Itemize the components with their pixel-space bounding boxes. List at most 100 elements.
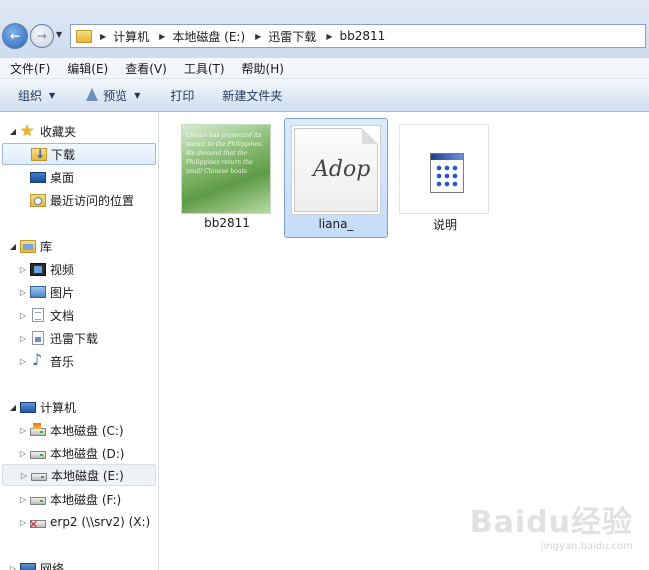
signature-preview: Adop (313, 157, 371, 182)
nav-label: 图片 (50, 285, 75, 300)
address-bar: ← → ▼ ▶ 计算机 ▶ 本地磁盘 (E:) ▶ 迅雷下载 ▶ bb2811 (0, 0, 649, 59)
nav-label: 下载 (51, 147, 76, 162)
print-label: 打印 (170, 88, 195, 103)
network-icon (20, 563, 36, 570)
new-folder-label: 新建文件夹 (222, 88, 283, 103)
breadcrumb-label: 本地磁盘 (E:) (172, 29, 246, 44)
menu-view[interactable]: 查看(V) (115, 60, 174, 77)
nav-drive-f[interactable]: ▷ 本地磁盘 (F:) (18, 488, 121, 510)
collapse-arrow-icon[interactable]: ▷ (18, 449, 28, 458)
nav-label: 收藏夹 (40, 124, 77, 139)
collapse-arrow-icon[interactable]: ▷ (18, 288, 28, 297)
expand-arrow-icon[interactable]: ◢ (8, 242, 18, 251)
breadcrumb-drive-e[interactable]: 本地磁盘 (E:) ▶ (172, 28, 268, 45)
nav-label: 迅雷下载 (50, 331, 99, 346)
nav-drive-e[interactable]: ▷ 本地磁盘 (E:) (2, 464, 156, 486)
video-icon (30, 262, 46, 276)
collapse-arrow-icon[interactable]: ▷ (18, 265, 28, 274)
nav-computer[interactable]: ◢ 计算机 (8, 396, 76, 418)
forward-arrow-icon: → (36, 29, 48, 43)
chevron-right-icon[interactable]: ▶ (159, 32, 165, 41)
file-item-bb2811[interactable]: Chisun has presented its stance to the P… (175, 118, 279, 238)
recent-places-icon (30, 193, 46, 207)
nav-desktop[interactable]: 桌面 (30, 166, 74, 188)
menu-help[interactable]: 帮助(H) (232, 60, 291, 77)
icon-grid (435, 164, 459, 188)
collapse-arrow-icon[interactable]: ▷ (18, 518, 28, 527)
file-item-liana[interactable]: Adop liana_ (284, 118, 388, 238)
preview-button[interactable]: 预览 ▼ (85, 84, 140, 106)
expand-arrow-icon[interactable]: ◢ (8, 403, 18, 412)
nav-documents[interactable]: ▷ 文档 (18, 304, 74, 326)
window-icon (430, 153, 464, 193)
breadcrumb-current[interactable]: bb2811 (339, 29, 385, 43)
baidu-watermark: Baidu经验 jingyan.baidu.com (470, 497, 633, 552)
print-button[interactable]: 打印 (170, 84, 194, 106)
document-page-icon: Adop (294, 128, 378, 212)
breadcrumb-label: 迅雷下载 (268, 29, 317, 44)
organize-button[interactable]: 组织 ▼ (18, 84, 55, 106)
preview-label: 预览 (103, 88, 128, 103)
file-item-readme[interactable]: 说明 (393, 118, 497, 238)
menu-bar: 文件(F) 编辑(E) 查看(V) 工具(T) 帮助(H) (0, 58, 649, 79)
music-icon (30, 350, 46, 369)
breadcrumb-xunlei[interactable]: 迅雷下载 ▶ (268, 28, 339, 45)
nav-label: 本地磁盘 (D:) (50, 446, 125, 461)
expand-arrow-icon[interactable]: ◢ (8, 127, 18, 136)
nav-label: 音乐 (50, 354, 75, 369)
breadcrumb-computer[interactable]: 计算机 ▶ (113, 28, 172, 45)
nav-libraries[interactable]: ◢ 库 (8, 235, 52, 257)
chevron-down-icon: ▼ (49, 90, 56, 100)
nav-label: 视频 (50, 262, 75, 277)
nav-network[interactable]: ▷ 网络 (8, 557, 64, 570)
new-folder-button[interactable]: 新建文件夹 (222, 84, 282, 106)
computer-icon (20, 401, 36, 413)
menu-tools[interactable]: 工具(T) (174, 60, 232, 77)
nav-recent[interactable]: 最近访问的位置 (30, 189, 134, 211)
image-thumbnail: Chisun has presented its stance to the P… (181, 124, 271, 214)
back-button[interactable]: ← (2, 23, 28, 49)
font-file-icon: Adop (291, 125, 381, 215)
nav-label: 本地磁盘 (E:) (51, 468, 124, 483)
collapse-arrow-icon[interactable]: ▷ (18, 311, 28, 320)
collapse-arrow-icon[interactable]: ▷ (8, 564, 18, 570)
nav-drive-c[interactable]: ▷ 本地磁盘 (C:) (18, 419, 124, 441)
organize-label: 组织 (18, 88, 43, 103)
menu-file[interactable]: 文件(F) (0, 60, 57, 77)
nav-pictures[interactable]: ▷ 图片 (18, 281, 74, 303)
chevron-right-icon[interactable]: ▶ (255, 32, 261, 41)
desktop-icon (30, 172, 46, 183)
nav-videos[interactable]: ▷ 视频 (18, 258, 74, 280)
breadcrumb-label: 计算机 (113, 29, 150, 44)
history-dropdown-icon[interactable]: ▼ (56, 30, 66, 40)
file-name: liana_ (318, 217, 354, 231)
nav-label: 本地磁盘 (F:) (50, 492, 122, 507)
chevron-right-icon: ▶ (100, 31, 107, 41)
file-list: Chisun has presented its stance to the P… (159, 112, 649, 570)
preview-icon (85, 88, 99, 102)
nav-label: 计算机 (40, 400, 77, 415)
file-name: 说明 (432, 218, 457, 232)
nav-favorites[interactable]: ◢ 收藏夹 (8, 120, 76, 142)
watermark-brand: Baidu经验 (469, 505, 633, 540)
breadcrumb[interactable]: ▶ 计算机 ▶ 本地磁盘 (E:) ▶ 迅雷下载 ▶ bb2811 (70, 24, 646, 48)
nav-network-drive[interactable]: ▷ erp2 (\\srv2) (X:) (18, 511, 150, 533)
breadcrumb-separator[interactable]: ▶ (97, 32, 113, 41)
folder-icon (76, 29, 92, 43)
nav-music[interactable]: ▷ 音乐 (18, 350, 74, 372)
collapse-arrow-icon[interactable]: ▷ (18, 426, 28, 435)
menu-edit[interactable]: 编辑(E) (57, 60, 115, 77)
page-fold (362, 128, 378, 144)
collapse-arrow-icon[interactable]: ▷ (19, 471, 29, 480)
collapse-arrow-icon[interactable]: ▷ (18, 357, 28, 366)
command-toolbar: 组织 ▼ 预览 ▼ 打印 新建文件夹 (0, 79, 649, 112)
collapse-arrow-icon[interactable]: ▷ (18, 495, 28, 504)
collapse-arrow-icon[interactable]: ▷ (18, 334, 28, 343)
nav-xunlei[interactable]: ▷ 迅雷下载 (18, 327, 98, 349)
nav-label: 库 (40, 239, 53, 254)
nav-drive-d[interactable]: ▷ 本地磁盘 (D:) (18, 442, 125, 464)
hard-drive-icon (30, 450, 46, 459)
chevron-right-icon[interactable]: ▶ (326, 32, 332, 41)
nav-downloads[interactable]: 下载 (2, 143, 156, 165)
forward-button[interactable]: → (30, 24, 54, 48)
